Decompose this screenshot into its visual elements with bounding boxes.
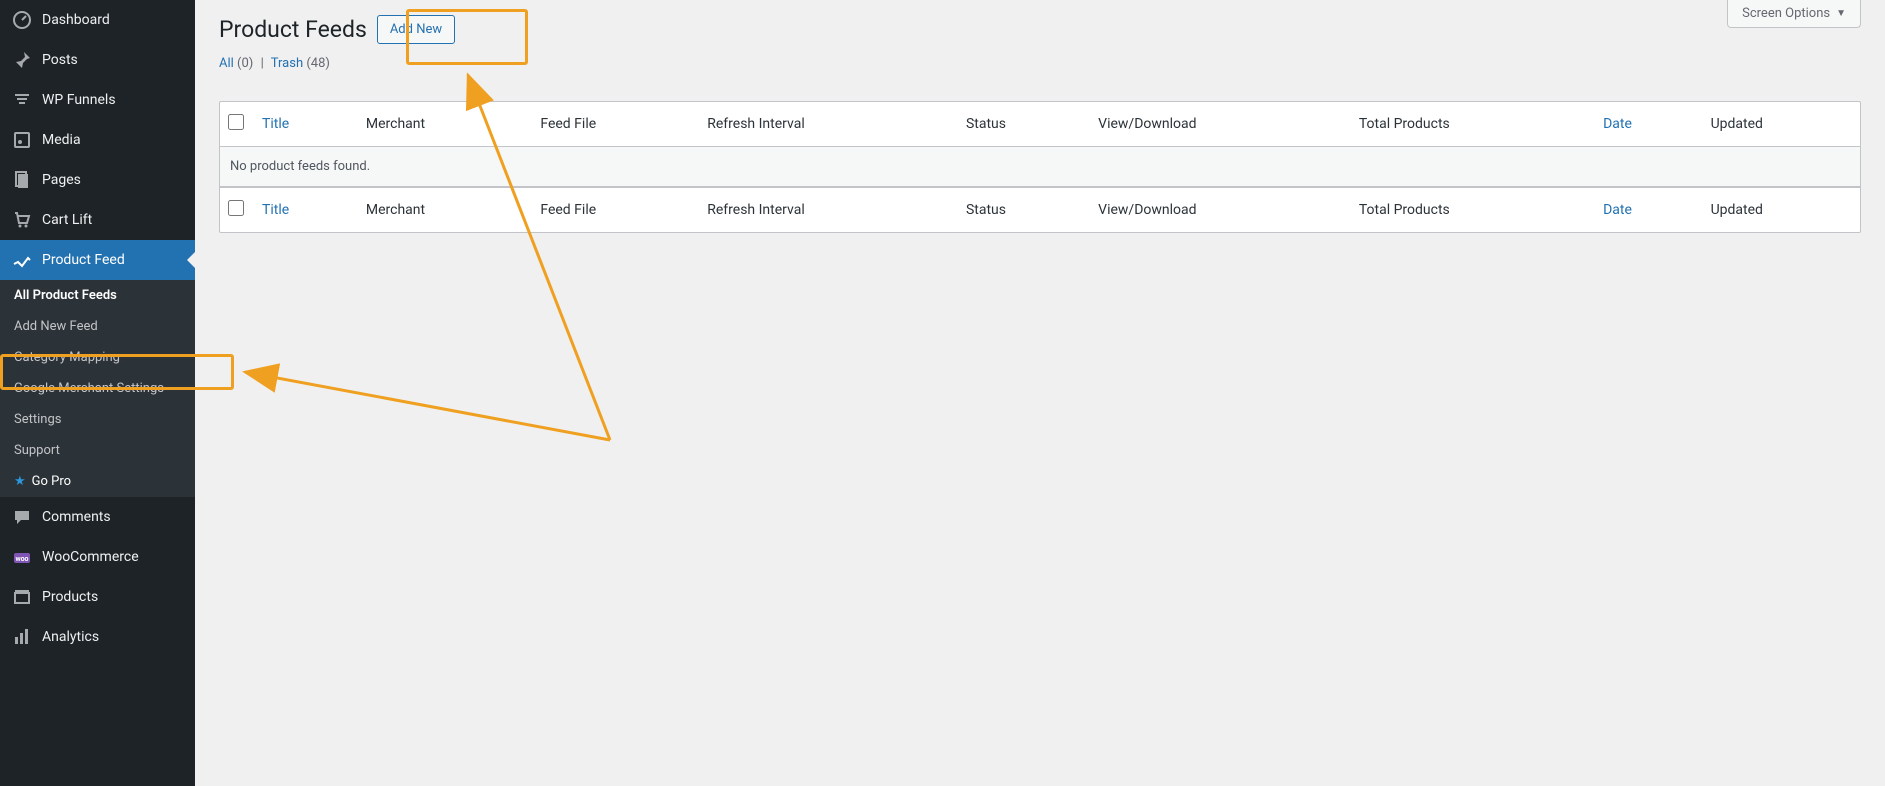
submenu-google-merchant-settings[interactable]: Google Merchant Settings xyxy=(0,373,195,404)
pin-icon xyxy=(12,50,32,70)
sidebar-item-woocommerce[interactable]: woo WooCommerce xyxy=(0,537,195,577)
product-feeds-table: Title Merchant Feed File Refresh Interva… xyxy=(219,101,1861,233)
main-content: Screen Options ▼ Product Feeds Add New A… xyxy=(195,0,1885,786)
col-updated-footer: Updated xyxy=(1701,187,1860,232)
submenu-add-new-feed[interactable]: Add New Feed xyxy=(0,311,195,342)
filter-separator: | xyxy=(261,56,264,71)
woocommerce-icon: woo xyxy=(12,547,32,567)
select-all-header xyxy=(220,102,252,147)
submenu-all-product-feeds[interactable]: All Product Feeds xyxy=(0,280,195,311)
sidebar-item-label: WP Funnels xyxy=(42,92,116,108)
sidebar-item-label: Comments xyxy=(42,509,111,525)
empty-message: No product feeds found. xyxy=(220,147,1860,187)
page-title: Product Feeds xyxy=(219,16,367,43)
sidebar-item-label: Pages xyxy=(42,172,81,188)
submenu-go-pro[interactable]: ★ Go Pro xyxy=(0,466,195,497)
sidebar-item-label: Products xyxy=(42,589,98,605)
funnel-icon xyxy=(12,90,32,110)
sidebar-item-label: Product Feed xyxy=(42,252,125,268)
col-view-download-footer: View/Download xyxy=(1088,187,1349,232)
submenu-support[interactable]: Support xyxy=(0,435,195,466)
sidebar-item-pages[interactable]: Pages xyxy=(0,160,195,200)
col-total-products-footer: Total Products xyxy=(1349,187,1593,232)
col-date-footer[interactable]: Date xyxy=(1593,187,1700,232)
col-refresh-interval-footer: Refresh Interval xyxy=(697,187,956,232)
col-merchant: Merchant xyxy=(356,102,530,147)
submenu-settings[interactable]: Settings xyxy=(0,404,195,435)
sidebar-item-dashboard[interactable]: Dashboard xyxy=(0,0,195,40)
sidebar-item-label: Posts xyxy=(42,52,78,68)
col-status-footer: Status xyxy=(956,187,1088,232)
sidebar-item-label: WooCommerce xyxy=(42,549,139,565)
screen-options-label: Screen Options xyxy=(1742,6,1830,21)
col-feed-file: Feed File xyxy=(530,102,697,147)
col-date[interactable]: Date xyxy=(1593,102,1700,147)
col-status: Status xyxy=(956,102,1088,147)
col-refresh-interval: Refresh Interval xyxy=(697,102,956,147)
screen-options-toggle[interactable]: Screen Options ▼ xyxy=(1727,0,1861,28)
sidebar-item-posts[interactable]: Posts xyxy=(0,40,195,80)
media-icon xyxy=(12,130,32,150)
sidebar-item-analytics[interactable]: Analytics xyxy=(0,617,195,657)
sidebar-item-label: Media xyxy=(42,132,81,148)
filter-trash-count: (48) xyxy=(306,56,330,71)
sidebar-item-media[interactable]: Media xyxy=(0,120,195,160)
col-total-products: Total Products xyxy=(1349,102,1593,147)
sidebar-item-product-feed[interactable]: Product Feed xyxy=(0,240,195,280)
page-header: Product Feeds Add New xyxy=(219,15,1861,44)
list-filters: All (0) | Trash (48) xyxy=(219,56,1861,71)
sidebar-item-comments[interactable]: Comments xyxy=(0,497,195,537)
col-title[interactable]: Title xyxy=(252,102,356,147)
comment-icon xyxy=(12,507,32,527)
analytics-icon xyxy=(12,627,32,647)
sidebar-item-products[interactable]: Products xyxy=(0,577,195,617)
pages-icon xyxy=(12,170,32,190)
select-all-checkbox[interactable] xyxy=(228,114,244,130)
sidebar-item-label: Cart Lift xyxy=(42,212,92,228)
sidebar-item-wpfunnels[interactable]: WP Funnels xyxy=(0,80,195,120)
product-feed-submenu: All Product Feeds Add New Feed Category … xyxy=(0,280,195,497)
dashboard-icon xyxy=(12,10,32,30)
star-icon: ★ xyxy=(14,474,26,489)
cart-icon xyxy=(12,210,32,230)
feed-icon xyxy=(12,250,32,270)
filter-all-count: (0) xyxy=(237,56,253,71)
sidebar-item-label: Dashboard xyxy=(42,12,110,28)
col-title-footer[interactable]: Title xyxy=(252,187,356,232)
sidebar-item-cartlift[interactable]: Cart Lift xyxy=(0,200,195,240)
col-merchant-footer: Merchant xyxy=(356,187,530,232)
filter-all[interactable]: All xyxy=(219,56,234,71)
svg-text:woo: woo xyxy=(15,555,28,563)
sidebar-item-label: Analytics xyxy=(42,629,99,645)
products-icon xyxy=(12,587,32,607)
col-view-download: View/Download xyxy=(1088,102,1349,147)
table-empty-row: No product feeds found. xyxy=(220,147,1860,187)
submenu-category-mapping[interactable]: Category Mapping xyxy=(0,342,195,373)
admin-sidebar: Dashboard Posts WP Funnels Media Pages C… xyxy=(0,0,195,786)
filter-trash[interactable]: Trash xyxy=(271,56,303,71)
submenu-label: Go Pro xyxy=(32,474,71,489)
select-all-footer xyxy=(220,187,252,232)
caret-down-icon: ▼ xyxy=(1836,8,1846,19)
col-feed-file-footer: Feed File xyxy=(530,187,697,232)
col-updated: Updated xyxy=(1701,102,1860,147)
select-all-checkbox-footer[interactable] xyxy=(228,200,244,216)
add-new-button[interactable]: Add New xyxy=(377,15,455,44)
